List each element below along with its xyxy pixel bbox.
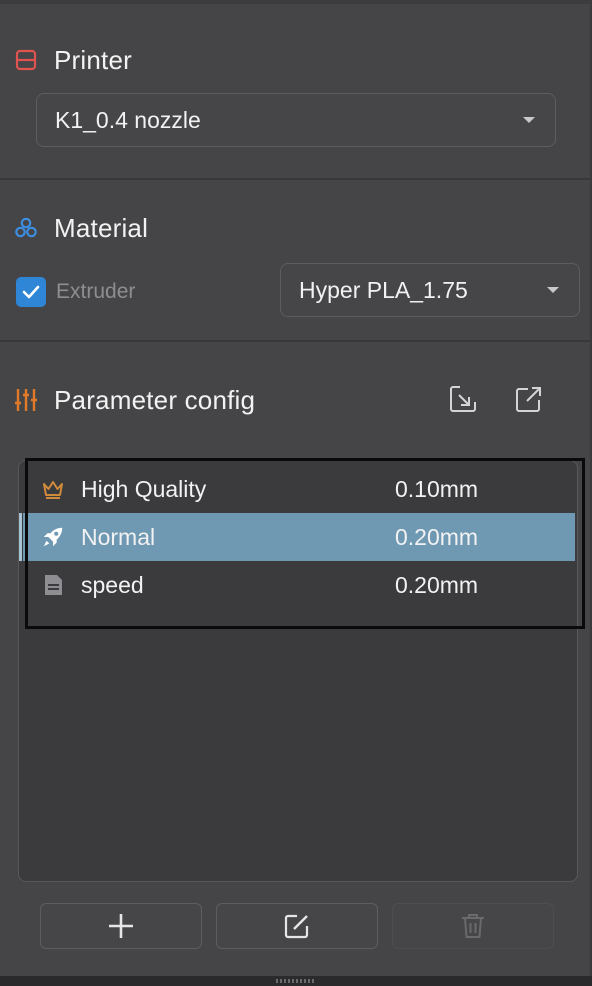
crown-icon xyxy=(41,477,65,501)
material-heading-label: Material xyxy=(54,212,149,243)
extruder-checkbox-row: Extruder xyxy=(16,276,135,308)
printer-select[interactable]: K1_0.4 nozzle xyxy=(36,93,556,147)
checkmark-icon xyxy=(22,285,40,299)
edit-icon xyxy=(284,914,309,939)
preset-layer-height: 0.20mm xyxy=(395,571,479,598)
plus-icon xyxy=(109,914,133,938)
material-select[interactable]: Hyper PLA_1.75 xyxy=(280,263,580,317)
material-icon xyxy=(14,216,38,240)
preset-row[interactable]: speed 0.20mm xyxy=(23,561,575,609)
preset-layer-height: 0.20mm xyxy=(395,523,479,550)
section-divider xyxy=(0,340,592,342)
add-preset-button[interactable] xyxy=(40,903,202,949)
resize-grip[interactable] xyxy=(276,979,316,983)
material-heading: Material xyxy=(14,210,148,246)
preset-name: speed xyxy=(81,571,144,598)
extruder-checkbox[interactable] xyxy=(16,277,46,307)
preset-row[interactable]: High Quality 0.10mm xyxy=(23,465,575,513)
chevron-down-icon xyxy=(523,117,535,123)
preset-name: High Quality xyxy=(81,475,207,502)
preset-name: Normal xyxy=(81,523,156,550)
chevron-down-icon xyxy=(547,287,559,293)
trash-icon xyxy=(462,914,484,938)
rocket-icon xyxy=(41,525,65,549)
sliders-icon xyxy=(14,388,38,412)
import-button[interactable] xyxy=(446,382,480,416)
import-icon xyxy=(450,386,476,412)
export-icon xyxy=(516,387,541,412)
edit-preset-button[interactable] xyxy=(216,903,378,949)
preset-layer-height: 0.10mm xyxy=(395,475,479,502)
export-button[interactable] xyxy=(512,382,546,416)
section-divider xyxy=(0,178,592,180)
extruder-label: Extruder xyxy=(56,280,136,303)
document-icon xyxy=(41,573,65,597)
top-strip xyxy=(0,0,592,4)
selection-indicator xyxy=(19,513,22,561)
parameter-config-label: Parameter config xyxy=(54,384,256,415)
printer-heading-label: Printer xyxy=(54,44,132,75)
printer-heading: Printer xyxy=(14,42,132,78)
printer-select-value: K1_0.4 nozzle xyxy=(55,106,201,133)
preset-row-selected[interactable]: Normal 0.20mm xyxy=(19,513,575,561)
delete-preset-button[interactable] xyxy=(392,903,554,949)
material-select-value: Hyper PLA_1.75 xyxy=(299,276,468,303)
preset-list: High Quality 0.10mm Normal 0.20mm speed … xyxy=(18,460,578,882)
parameter-config-heading: Parameter config xyxy=(14,382,255,418)
printer-icon xyxy=(14,48,38,72)
